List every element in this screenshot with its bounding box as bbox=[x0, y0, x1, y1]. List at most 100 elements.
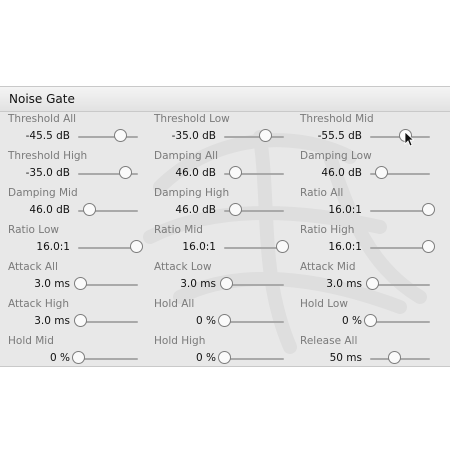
param-value: 3.0 ms bbox=[180, 278, 216, 290]
slider-knob[interactable] bbox=[388, 351, 401, 364]
slider-knob[interactable] bbox=[275, 240, 289, 253]
param-label: Attack All bbox=[8, 261, 58, 273]
param-label: Threshold Mid bbox=[300, 113, 374, 125]
param-value: 46.0 dB bbox=[29, 204, 70, 216]
param-label: Hold All bbox=[154, 298, 195, 310]
param-label: Damping All bbox=[154, 150, 219, 162]
slider-track[interactable] bbox=[370, 321, 430, 323]
param-damping-mid: Damping Mid 46.0 dB bbox=[0, 187, 140, 224]
param-label: Hold Low bbox=[300, 298, 348, 310]
param-ratio-low: Ratio Low 16.0:1 bbox=[0, 224, 143, 261]
slider-knob[interactable] bbox=[72, 351, 85, 364]
param-attack-low: Attack Low 3.0 ms bbox=[146, 261, 286, 298]
param-value: 3.0 ms bbox=[326, 278, 362, 290]
param-ratio-all: Ratio All 16.0:1 bbox=[292, 187, 435, 224]
slider-knob[interactable] bbox=[82, 203, 96, 216]
param-value: 50 ms bbox=[329, 352, 362, 364]
slider-track[interactable] bbox=[370, 247, 430, 249]
param-value: -35.0 dB bbox=[171, 130, 216, 142]
slider-track[interactable] bbox=[224, 247, 284, 249]
slider-track[interactable] bbox=[78, 247, 138, 249]
noise-gate-panel: Noise Gate Threshold All -45.5 dB Threshol… bbox=[0, 86, 450, 367]
slider-track[interactable] bbox=[224, 321, 284, 323]
param-label: Hold High bbox=[154, 335, 206, 347]
slider-knob[interactable] bbox=[218, 314, 231, 327]
param-hold-all: Hold All 0 % bbox=[146, 298, 286, 335]
param-label: Threshold High bbox=[8, 150, 88, 162]
panel-titlebar: Noise Gate bbox=[0, 87, 450, 112]
panel-title: Noise Gate bbox=[9, 92, 75, 106]
param-value: 46.0 dB bbox=[175, 204, 216, 216]
param-value: -55.5 dB bbox=[317, 130, 362, 142]
param-label: Release All bbox=[300, 335, 358, 347]
param-ratio-mid: Ratio Mid 16.0:1 bbox=[146, 224, 289, 261]
param-attack-high: Attack High 3.0 ms bbox=[0, 298, 140, 335]
slider-knob[interactable] bbox=[365, 277, 379, 290]
param-value: 16.0:1 bbox=[182, 241, 216, 253]
slider-knob[interactable] bbox=[73, 277, 87, 290]
slider-knob[interactable] bbox=[228, 203, 242, 216]
param-ratio-high: Ratio High 16.0:1 bbox=[292, 224, 435, 261]
param-label: Attack Mid bbox=[300, 261, 356, 273]
slider-knob[interactable] bbox=[218, 351, 231, 364]
slider-track[interactable] bbox=[370, 210, 430, 212]
param-value: -45.5 dB bbox=[25, 130, 70, 142]
slider-knob[interactable] bbox=[114, 129, 127, 142]
param-value: 16.0:1 bbox=[328, 241, 362, 253]
param-value: 16.0:1 bbox=[36, 241, 70, 253]
param-hold-mid: Hold Mid 0 % bbox=[0, 335, 140, 366]
param-release-all: Release All 50 ms bbox=[292, 335, 432, 366]
param-attack-all: Attack All 3.0 ms bbox=[0, 261, 140, 298]
slider-knob[interactable] bbox=[228, 166, 242, 179]
slider-track[interactable] bbox=[224, 284, 284, 286]
param-threshold-low: Threshold Low -35.0 dB bbox=[146, 113, 286, 150]
param-value: 46.0 dB bbox=[321, 167, 362, 179]
param-value: 0 % bbox=[196, 315, 216, 327]
param-value: 3.0 ms bbox=[34, 315, 70, 327]
param-label: Damping Low bbox=[300, 150, 372, 162]
param-value: -35.0 dB bbox=[25, 167, 70, 179]
param-label: Attack Low bbox=[154, 261, 212, 273]
slider-knob[interactable] bbox=[374, 166, 388, 179]
slider-knob[interactable] bbox=[118, 166, 132, 179]
param-value: 0 % bbox=[196, 352, 216, 364]
slider-knob[interactable] bbox=[258, 129, 272, 142]
slider-knob[interactable] bbox=[73, 314, 87, 327]
param-label: Ratio Low bbox=[8, 224, 59, 236]
param-threshold-all: Threshold All -45.5 dB bbox=[0, 113, 140, 150]
slider-track[interactable] bbox=[224, 358, 284, 360]
param-damping-low: Damping Low 46.0 dB bbox=[292, 150, 432, 187]
slider-knob[interactable] bbox=[219, 277, 233, 290]
param-label: Ratio All bbox=[300, 187, 344, 199]
slider-track[interactable] bbox=[78, 136, 138, 138]
arrow-cursor-icon bbox=[404, 131, 414, 147]
param-value: 3.0 ms bbox=[34, 278, 70, 290]
param-damping-all: Damping All 46.0 dB bbox=[146, 150, 286, 187]
param-value: 46.0 dB bbox=[175, 167, 216, 179]
param-label: Damping High bbox=[154, 187, 230, 199]
slider-knob[interactable] bbox=[421, 240, 435, 253]
param-threshold-high: Threshold High -35.0 dB bbox=[0, 150, 140, 187]
param-label: Threshold All bbox=[8, 113, 77, 125]
param-label: Hold Mid bbox=[8, 335, 54, 347]
param-label: Ratio Mid bbox=[154, 224, 203, 236]
slider-track[interactable] bbox=[78, 284, 138, 286]
slider-track[interactable] bbox=[78, 358, 138, 360]
param-attack-mid: Attack Mid 3.0 ms bbox=[292, 261, 432, 298]
param-value: 16.0:1 bbox=[328, 204, 362, 216]
param-hold-high: Hold High 0 % bbox=[146, 335, 286, 366]
param-hold-low: Hold Low 0 % bbox=[292, 298, 432, 335]
slider-track[interactable] bbox=[370, 284, 430, 286]
param-label: Attack High bbox=[8, 298, 69, 310]
slider-track[interactable] bbox=[78, 321, 138, 323]
param-damping-high: Damping High 46.0 dB bbox=[146, 187, 286, 224]
param-label: Damping Mid bbox=[8, 187, 78, 199]
slider-knob[interactable] bbox=[129, 240, 143, 253]
param-value: 0 % bbox=[342, 315, 362, 327]
slider-track[interactable] bbox=[224, 136, 284, 138]
slider-knob[interactable] bbox=[364, 314, 377, 327]
param-value: 0 % bbox=[50, 352, 70, 364]
param-label: Threshold Low bbox=[154, 113, 230, 125]
slider-knob[interactable] bbox=[421, 203, 435, 216]
param-label: Ratio High bbox=[300, 224, 355, 236]
